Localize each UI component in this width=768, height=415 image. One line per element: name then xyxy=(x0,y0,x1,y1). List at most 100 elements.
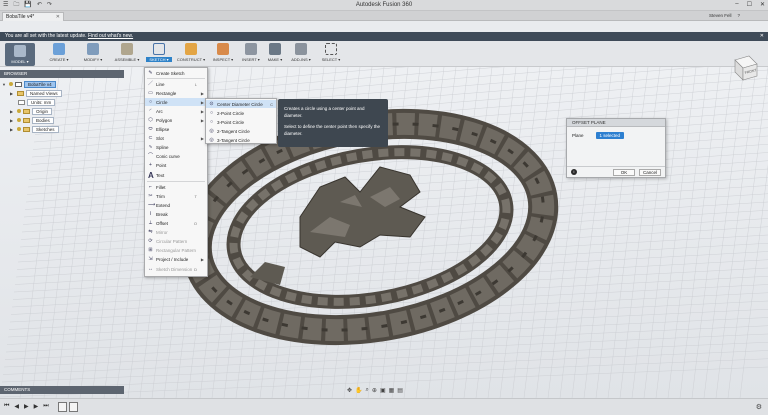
menu-item-label: Mirror xyxy=(156,229,168,235)
viewports-icon[interactable]: ▤ xyxy=(397,387,403,394)
step-forward-icon[interactable]: ▶ xyxy=(34,403,39,410)
main-toolbar: MODEL ▾ CREATE ▾ MODIFY ▾ ASSEMBLE ▾ SKE… xyxy=(0,41,768,67)
menu-item-circle[interactable]: ○ Circle ▶ xyxy=(145,98,207,106)
minimize-button[interactable]: – xyxy=(735,1,738,8)
expand-icon[interactable]: ▶ xyxy=(10,127,15,132)
create-menu-button[interactable]: CREATE ▾ xyxy=(46,43,72,66)
workspace-switcher[interactable]: MODEL ▾ xyxy=(5,43,35,66)
whats-new-link[interactable]: Find out what's new. xyxy=(88,33,133,39)
browser-header[interactable]: BROWSER xyxy=(0,70,124,78)
menu-item-slot[interactable]: ⊂ Slot ▶ xyxy=(145,134,207,142)
tree-node-bodies[interactable]: ▶ Bodies xyxy=(10,116,54,124)
expand-icon[interactable]: ▶ xyxy=(10,91,15,96)
visibility-bulb-icon[interactable] xyxy=(9,82,13,86)
circle-tooltip: Creates a circle using a center point an… xyxy=(278,99,388,147)
menu-item-mirror[interactable]: ⇋ Mirror xyxy=(145,228,207,236)
document-tab[interactable]: BobaTile v4* ✕ xyxy=(2,12,64,21)
menu-item-break[interactable]: ⌇ Break xyxy=(145,210,207,218)
select-cursor-icon xyxy=(325,43,337,55)
help-icon[interactable]: ? xyxy=(737,13,740,18)
menu-item-conic-curve[interactable]: ⌒ Conic curve xyxy=(145,152,207,160)
tree-node-sketches[interactable]: ▶ Sketches xyxy=(10,125,59,133)
modify-menu-button[interactable]: MODIFY ▾ xyxy=(80,43,106,66)
zoom-icon[interactable]: ⌕ xyxy=(366,387,369,394)
menu-item-rectangular-pattern[interactable]: ⊞ Rectangular Pattern xyxy=(145,246,207,254)
ok-button[interactable]: OK xyxy=(613,169,635,176)
make-menu-button[interactable]: MAKE ▾ xyxy=(264,43,286,66)
expand-icon[interactable]: ▶ xyxy=(10,109,15,114)
step-back-icon[interactable]: ◀ xyxy=(14,403,19,410)
menu-item-3-point-circle[interactable]: ○ 3-Point Circle xyxy=(206,118,276,126)
close-tab-icon[interactable]: ✕ xyxy=(56,14,60,20)
tree-node-root[interactable]: ▼ BobaTile v4 xyxy=(2,80,56,88)
go-to-end-icon[interactable]: ⏭ xyxy=(43,403,48,410)
expand-icon[interactable]: ▶ xyxy=(10,118,15,123)
menu-item-polygon[interactable]: ⬡ Polygon ▶ xyxy=(145,116,207,124)
timeline-feature-extrude[interactable] xyxy=(69,402,78,412)
menu-item-text[interactable]: A Text xyxy=(145,170,207,180)
inspect-menu-button[interactable]: INSPECT ▾ xyxy=(210,43,236,66)
menu-item-create-sketch[interactable]: ✎ Create Sketch xyxy=(145,69,207,77)
comments-header[interactable]: COMMENTS xyxy=(0,386,124,394)
timeline-feature-sketch[interactable] xyxy=(58,402,67,412)
menu-item-label: Create Sketch xyxy=(156,70,185,76)
addins-label: ADD-INS ▾ xyxy=(291,57,311,62)
menu-item-sketch-dimension[interactable]: ↔ Sketch Dimension D xyxy=(145,265,207,273)
user-name[interactable]: Steven Fell xyxy=(709,13,732,18)
display-settings-icon[interactable]: ▣ xyxy=(380,387,386,394)
menu-item-line[interactable]: ／ Line L xyxy=(145,80,207,88)
assemble-menu-button[interactable]: ASSEMBLE ▾ xyxy=(110,43,144,66)
tooltip-description: Creates a circle using a center point an… xyxy=(284,106,365,118)
pan-icon[interactable]: ✋ xyxy=(355,387,362,394)
play-icon[interactable]: ▶ xyxy=(24,403,29,410)
dialog-footer: i OK Cancel xyxy=(567,166,665,177)
menu-item-label: Conic curve xyxy=(156,153,180,159)
fit-icon[interactable]: ⊕ xyxy=(372,387,377,394)
dialog-header[interactable]: OFFSET PLANE xyxy=(567,119,665,127)
sketch-menu-button[interactable]: SKETCH ▾ xyxy=(146,43,172,66)
close-notification-icon[interactable]: ✕ xyxy=(760,33,764,40)
menu-item-center-diameter-circle[interactable]: ⊙ Center Diameter Circle C xyxy=(206,100,276,108)
menu-item-2-point-circle[interactable]: ○ 2-Point Circle xyxy=(206,109,276,117)
tree-node-units[interactable]: Units: mm xyxy=(18,98,56,106)
menu-item-3-tangent-circle[interactable]: ◎ 3-Tangent Circle xyxy=(206,136,276,144)
construct-menu-button[interactable]: CONSTRUCT ▾ xyxy=(174,43,208,66)
menu-item-point[interactable]: + Point xyxy=(145,161,207,169)
orbit-icon[interactable]: ✥ xyxy=(347,387,352,394)
menu-item-rectangle[interactable]: ▭ Rectangle ▶ xyxy=(145,89,207,97)
menu-item-extend[interactable]: ⟶ Extend xyxy=(145,201,207,209)
insert-menu-button[interactable]: INSERT ▾ xyxy=(238,43,264,66)
addins-menu-button[interactable]: ADD-INS ▾ xyxy=(288,43,314,66)
info-icon[interactable]: i xyxy=(571,169,577,175)
menu-item-2-tangent-circle[interactable]: ◎ 2-Tangent Circle xyxy=(206,127,276,135)
timeline-settings-icon[interactable]: ⚙ xyxy=(756,403,762,411)
grid-settings-icon[interactable]: ▦ xyxy=(389,387,395,394)
menu-item-project-include[interactable]: ⇲ Project / Include ▶ xyxy=(145,255,207,263)
menu-item-label: Line xyxy=(156,81,165,87)
sketch-icon xyxy=(153,43,165,55)
menu-item-circular-pattern[interactable]: ⟳ Circular Pattern xyxy=(145,237,207,245)
menu-item-ellipse[interactable]: ⬭ Ellipse xyxy=(145,125,207,133)
select-menu-button[interactable]: SELECT ▾ xyxy=(318,43,344,66)
collapse-icon[interactable]: ▼ xyxy=(2,82,7,87)
close-window-button[interactable]: ✕ xyxy=(760,1,765,8)
maximize-button[interactable]: ☐ xyxy=(747,1,752,8)
tree-node-origin[interactable]: ▶ Origin xyxy=(10,107,53,115)
menu-item-arc[interactable]: ◜ Arc ▶ xyxy=(145,107,207,115)
menu-item-spline[interactable]: ∿ Spline xyxy=(145,143,207,151)
menu-item-trim[interactable]: ✂ Trim T xyxy=(145,192,207,200)
plane-selection-button[interactable]: 1 selected xyxy=(595,132,625,139)
viewcube[interactable]: FRONT xyxy=(727,50,761,84)
cancel-button[interactable]: Cancel xyxy=(639,169,661,176)
menu-item-label: Break xyxy=(156,211,168,217)
menu-item-offset[interactable]: ⟂ Offset O xyxy=(145,219,207,227)
menu-item-fillet[interactable]: ⌐ Fillet xyxy=(145,183,207,191)
visibility-bulb-icon[interactable] xyxy=(17,109,21,113)
visibility-bulb-icon[interactable] xyxy=(17,118,21,122)
go-to-start-icon[interactable]: ⏮ xyxy=(4,403,9,410)
assemble-icon xyxy=(121,43,133,55)
visibility-bulb-icon[interactable] xyxy=(17,127,21,131)
tree-node-named-views[interactable]: ▶ Named Views xyxy=(10,89,62,97)
point-icon: + xyxy=(149,161,152,168)
menu-item-label: Text xyxy=(156,172,165,178)
